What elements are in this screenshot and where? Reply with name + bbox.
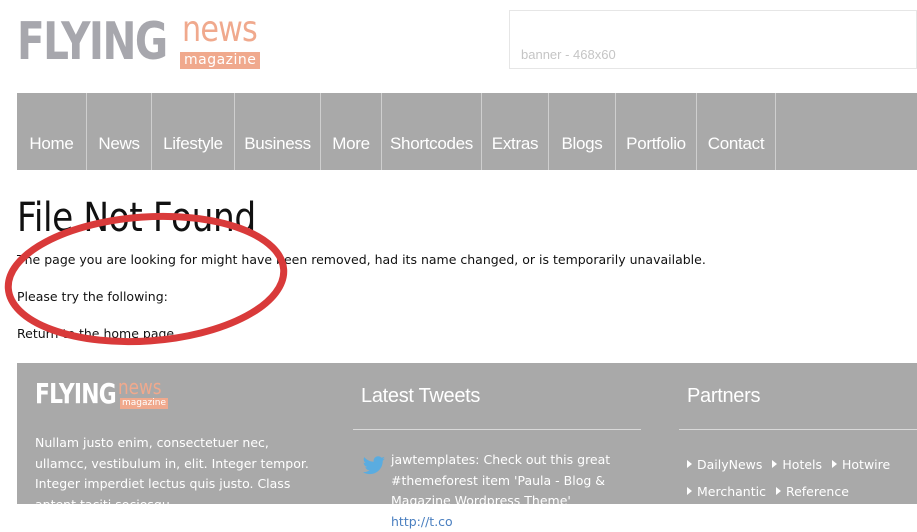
- nav-item-contact[interactable]: Contact: [697, 93, 776, 170]
- main-nav: Home News Lifestyle Business More Shortc…: [17, 93, 917, 170]
- tweet-text: jawtemplates: Check out this great #them…: [391, 452, 611, 508]
- latest-tweets-heading: Latest Tweets: [361, 385, 481, 407]
- nav-item-extras[interactable]: Extras: [482, 93, 549, 170]
- error-message: The page you are looking for might have …: [17, 252, 706, 267]
- nav-item-shortcodes[interactable]: Shortcodes: [382, 93, 482, 170]
- nav-item-lifestyle[interactable]: Lifestyle: [152, 93, 235, 170]
- tweets-divider: [353, 429, 641, 430]
- nav-item-more[interactable]: More: [321, 93, 382, 170]
- footer-logo-word-magazine: magazine: [120, 398, 168, 409]
- nav-item-portfolio[interactable]: Portfolio: [616, 93, 697, 170]
- logo-word-news: news: [182, 9, 258, 50]
- tweet-item: jawtemplates: Check out this great #them…: [391, 450, 631, 532]
- partner-link-hotwire[interactable]: Hotwire: [832, 451, 890, 478]
- footer: FLYING news magazine Nullam justo enim, …: [17, 363, 917, 529]
- logo-word-magazine: magazine: [180, 52, 261, 69]
- return-prefix: Return to the: [17, 326, 104, 341]
- nav-item-home[interactable]: Home: [17, 93, 87, 170]
- partners-heading: Partners: [687, 385, 761, 407]
- partners-divider: [679, 429, 917, 430]
- logo-word-flying: FLYING: [17, 12, 168, 72]
- home-page-link[interactable]: home page: [103, 326, 174, 341]
- nav-item-business[interactable]: Business: [235, 93, 321, 170]
- twitter-bird-icon: [363, 456, 385, 475]
- partner-link-reference[interactable]: Reference: [776, 478, 849, 505]
- partner-link-thesaurus[interactable]: Thesaurus: [687, 505, 762, 532]
- page-title: File Not Found: [17, 195, 256, 241]
- try-following-text: Please try the following:: [17, 289, 168, 304]
- return-home-line: Return to the home page: [17, 326, 174, 341]
- partner-link-merchantic[interactable]: Merchantic: [687, 478, 766, 505]
- footer-logo-word-news: news: [118, 375, 162, 399]
- partner-link-dailynews[interactable]: DailyNews: [687, 451, 762, 478]
- footer-logo-word-flying: FLYING: [35, 377, 117, 410]
- nav-item-blogs[interactable]: Blogs: [549, 93, 616, 170]
- tweet-link[interactable]: http://t.co: [391, 514, 453, 529]
- banner-ad[interactable]: banner - 468x60: [509, 10, 917, 69]
- nav-item-news[interactable]: News: [87, 93, 152, 170]
- partner-link-hotels[interactable]: Hotels: [772, 451, 822, 478]
- banner-label: banner - 468x60: [521, 47, 616, 62]
- partners-list: DailyNews Hotels Hotwire Merchantic Refe…: [687, 451, 917, 532]
- footer-about-text: Nullam justo enim, consectetuer nec, ull…: [35, 435, 309, 512]
